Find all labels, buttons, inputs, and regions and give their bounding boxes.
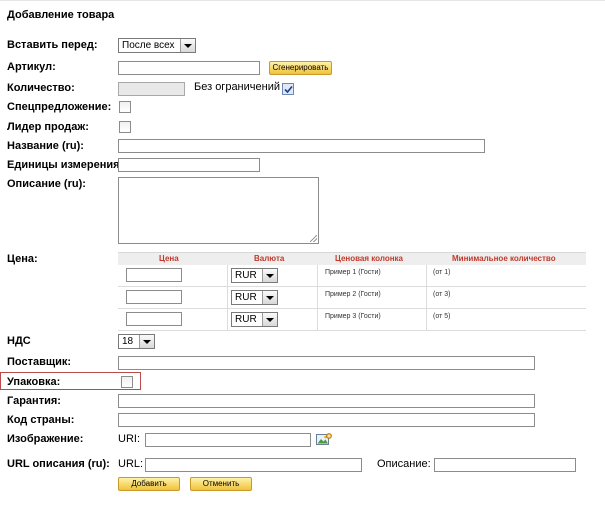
chevron-down-icon [262, 291, 277, 304]
min-qty-value: (от 1) [433, 269, 451, 276]
currency-select[interactable]: RUR [231, 268, 278, 283]
description-textarea[interactable] [118, 177, 319, 244]
bestseller-label: Лидер продаж: [7, 121, 89, 133]
image-label: Изображение: [7, 433, 84, 445]
resize-grip-icon[interactable] [310, 235, 317, 242]
price-table: Цена Валюта Ценовая колонка Минимальное … [118, 252, 586, 331]
country-code-label: Код страны: [7, 414, 75, 426]
top-divider [0, 0, 605, 1]
page-title: Добавление товара [7, 9, 115, 21]
image-uri-input[interactable] [145, 433, 311, 447]
column-divider [317, 309, 318, 330]
table-row: RUR Пример 3 (Гости) (от 5) [118, 309, 586, 331]
header-price: Цена [159, 254, 179, 263]
url-input[interactable] [145, 458, 362, 472]
supplier-label: Поставщик: [7, 356, 72, 368]
price-column-name: Пример 2 (Гости) [325, 291, 381, 298]
price-table-header: Цена Валюта Ценовая колонка Минимальное … [118, 252, 586, 265]
units-input[interactable] [118, 158, 260, 172]
currency-value: RUR [235, 314, 257, 325]
header-min-qty: Минимальное количество [452, 254, 556, 263]
column-divider [317, 265, 318, 286]
min-qty-value: (от 3) [433, 291, 451, 298]
chevron-down-icon [180, 39, 195, 52]
chevron-down-icon [262, 269, 277, 282]
bestseller-checkbox[interactable] [119, 121, 131, 133]
image-add-icon[interactable] [316, 433, 332, 447]
currency-value: RUR [235, 270, 257, 281]
column-divider [227, 287, 228, 308]
price-input[interactable] [126, 290, 182, 304]
name-input[interactable] [118, 139, 485, 153]
url-desc-label: Описание: [377, 458, 431, 470]
warranty-input[interactable] [118, 394, 535, 408]
currency-select[interactable]: RUR [231, 290, 278, 305]
description-label: Описание (ru): [7, 178, 86, 190]
column-divider [426, 265, 427, 286]
header-currency: Валюта [254, 254, 285, 263]
quantity-label: Количество: [7, 82, 75, 94]
packaging-label: Упаковка: [7, 376, 61, 388]
insert-before-select[interactable]: После всех [118, 38, 196, 53]
price-column-name: Пример 3 (Гости) [325, 313, 381, 320]
column-divider [317, 287, 318, 308]
vat-value: 18 [122, 336, 134, 347]
header-price-column: Ценовая колонка [335, 254, 403, 263]
units-label: Единицы измерения: [7, 159, 124, 171]
unlimited-checkbox[interactable] [282, 83, 294, 95]
add-button[interactable]: Добавить [118, 477, 180, 491]
chevron-down-icon [262, 313, 277, 326]
country-code-input[interactable] [118, 413, 535, 427]
currency-select[interactable]: RUR [231, 312, 278, 327]
unlimited-label: Без ограничений [194, 81, 280, 93]
chevron-down-icon [139, 335, 154, 348]
vat-select[interactable]: 18 [118, 334, 155, 349]
currency-value: RUR [235, 292, 257, 303]
insert-before-value: После всех [122, 40, 175, 51]
url-description-label: URL описания (ru): [7, 458, 110, 470]
table-row: RUR Пример 2 (Гости) (от 3) [118, 287, 586, 309]
column-divider [426, 309, 427, 330]
article-input[interactable] [118, 61, 260, 75]
quantity-input[interactable] [118, 82, 185, 96]
column-divider [227, 265, 228, 286]
price-input[interactable] [126, 312, 182, 326]
table-row: RUR Пример 1 (Гости) (от 1) [118, 265, 586, 287]
price-input[interactable] [126, 268, 182, 282]
packaging-checkbox[interactable] [121, 376, 133, 388]
column-divider [227, 309, 228, 330]
generate-button[interactable]: Сгенерировать [269, 61, 332, 75]
supplier-input[interactable] [118, 356, 535, 370]
name-label: Название (ru): [7, 140, 84, 152]
insert-before-label: Вставить перед: [7, 39, 98, 51]
price-column-name: Пример 1 (Гости) [325, 269, 381, 276]
warranty-label: Гарантия: [7, 395, 61, 407]
cancel-button[interactable]: Отменить [190, 477, 252, 491]
column-divider [426, 287, 427, 308]
article-label: Артикул: [7, 61, 56, 73]
price-label: Цена: [7, 253, 38, 265]
special-offer-checkbox[interactable] [119, 101, 131, 113]
url-label: URL: [118, 458, 144, 470]
min-qty-value: (от 5) [433, 313, 451, 320]
vat-label: НДС [7, 335, 31, 347]
check-icon [284, 85, 293, 94]
special-offer-label: Спецпредложение: [7, 101, 112, 113]
url-desc-input[interactable] [434, 458, 576, 472]
image-uri-label: URI: [118, 433, 140, 445]
